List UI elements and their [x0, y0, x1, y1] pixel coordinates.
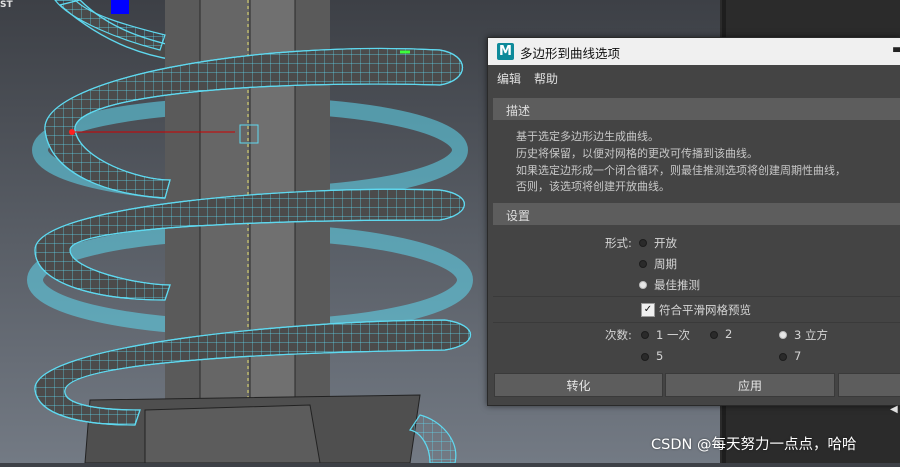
description-line: 如果选定边形成一个闭合循环，则最佳推测选项将创建周期性曲线，	[516, 164, 846, 177]
menu-bar: 编辑 帮助	[488, 65, 900, 89]
settings-header-label: 设置	[506, 209, 531, 223]
menu-edit[interactable]: 编辑	[497, 70, 521, 87]
degree-option-2-label: 2	[725, 327, 733, 341]
form-option-best-guess-label: 最佳推测	[654, 278, 700, 292]
smooth-mesh-preview-label: 符合平滑网格预览	[659, 303, 751, 317]
degree-option-3-label: 3 立方	[794, 328, 828, 342]
collapse-arrow-icon[interactable]: ◀	[890, 404, 898, 415]
separator	[493, 322, 900, 323]
dialog-title: 多边形到曲线选项	[520, 46, 621, 61]
description-line: 历史将保留，以便对网格的更改可传播到该曲线。	[516, 147, 758, 160]
form-radio-best-guess[interactable]	[639, 281, 647, 289]
description-line: 否则，该选项将创建开放曲线。	[516, 180, 670, 193]
maya-app-icon: M	[497, 43, 514, 60]
description-section-header[interactable]: 描述	[493, 98, 900, 120]
description-line: 基于选定多边形边生成曲线。	[516, 130, 659, 143]
convert-button[interactable]: 转化	[494, 373, 663, 397]
dialog-titlebar[interactable]: M 多边形到曲线选项 ▬	[488, 38, 900, 65]
viewport-corner-label: ST	[0, 0, 13, 10]
degree-option-7-label: 7	[794, 349, 802, 363]
separator	[493, 296, 900, 297]
polygon-to-curve-options-dialog: M 多边形到曲线选项 ▬ 编辑 帮助 描述 基于选定多边形边生成曲线。 历史将保…	[487, 37, 900, 406]
window-close-icon[interactable]: ▬	[892, 42, 900, 57]
degree-option-5-label: 5	[656, 349, 664, 363]
settings-section-header[interactable]: 设置	[493, 203, 900, 225]
form-option-periodic-label: 周期	[654, 257, 677, 271]
form-radio-periodic[interactable]	[639, 260, 647, 268]
smooth-mesh-preview-checkbox[interactable]: ✓	[641, 303, 655, 317]
degree-radio-3[interactable]	[779, 331, 787, 339]
close-button[interactable]	[838, 373, 900, 397]
degree-radio-7[interactable]	[779, 353, 787, 361]
degree-label: 次数:	[605, 328, 632, 342]
degree-radio-2[interactable]	[710, 331, 718, 339]
form-radio-open[interactable]	[639, 239, 647, 247]
form-option-open-label: 开放	[654, 236, 677, 250]
axis-manipulator-blue	[111, 0, 129, 14]
description-header-label: 描述	[506, 104, 531, 118]
watermark: CSDN @每天努力一点点，哈哈	[651, 437, 857, 453]
degree-radio-1[interactable]	[641, 331, 649, 339]
menu-help[interactable]: 帮助	[534, 70, 558, 87]
degree-option-1-label: 1 一次	[656, 328, 690, 342]
apply-button[interactable]: 应用	[665, 373, 835, 397]
form-label: 形式:	[605, 236, 632, 250]
degree-radio-5[interactable]	[641, 353, 649, 361]
